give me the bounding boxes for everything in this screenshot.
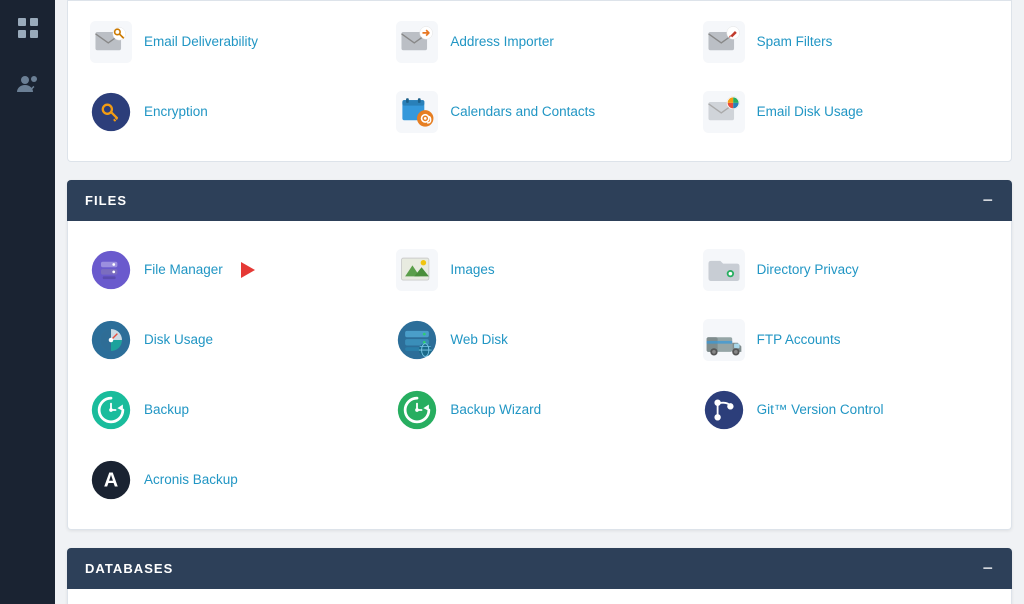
- email-items-grid: Email Deliverability Address Importer: [80, 9, 999, 145]
- address-importer-label: Address Importer: [450, 33, 554, 51]
- ftp-accounts-label: FTP Accounts: [757, 331, 841, 349]
- images-label: Images: [450, 261, 494, 279]
- files-items-grid: File Manager: [80, 237, 999, 513]
- email-disk-usage-item[interactable]: Email Disk Usage: [693, 79, 999, 145]
- databases-header-label: DATABASES: [85, 561, 173, 576]
- spam-filters-item[interactable]: Spam Filters: [693, 9, 999, 75]
- users-icon[interactable]: [10, 66, 46, 102]
- disk-usage-label: Disk Usage: [144, 331, 213, 349]
- files-collapse-button[interactable]: −: [982, 190, 994, 211]
- email-disk-usage-icon: [701, 89, 747, 135]
- file-manager-item[interactable]: File Manager: [80, 237, 386, 303]
- email-deliverability-item[interactable]: Email Deliverability: [80, 9, 386, 75]
- acronis-backup-icon: A: [88, 457, 134, 503]
- images-item[interactable]: Images: [386, 237, 692, 303]
- directory-privacy-icon: [701, 247, 747, 293]
- calendars-contacts-label: Calendars and Contacts: [450, 103, 595, 121]
- backup-wizard-item[interactable]: Backup Wizard: [386, 377, 692, 443]
- email-deliverability-label: Email Deliverability: [144, 33, 258, 51]
- backup-label: Backup: [144, 401, 189, 419]
- file-manager-label: File Manager: [144, 261, 223, 279]
- files-section-header: FILES −: [67, 180, 1012, 221]
- backup-icon: [88, 387, 134, 433]
- directory-privacy-item[interactable]: Directory Privacy: [693, 237, 999, 303]
- web-disk-item[interactable]: Web Disk: [386, 307, 692, 373]
- disk-usage-icon: [88, 317, 134, 363]
- encryption-label: Encryption: [144, 103, 208, 121]
- databases-section-body: phpMyAdmin: [67, 589, 1012, 604]
- files-section: FILES −: [67, 180, 1012, 530]
- databases-section-header: DATABASES −: [67, 548, 1012, 589]
- files-header-label: FILES: [85, 193, 127, 208]
- backup-wizard-icon: [394, 387, 440, 433]
- images-icon: [394, 247, 440, 293]
- file-manager-icon: [88, 247, 134, 293]
- spam-filters-icon: [701, 19, 747, 65]
- backup-item[interactable]: Backup: [80, 377, 386, 443]
- spam-filters-label: Spam Filters: [757, 33, 833, 51]
- grid-icon[interactable]: [10, 10, 46, 46]
- git-version-control-item[interactable]: Git™ Version Control: [693, 377, 999, 443]
- ftp-accounts-item[interactable]: FTP Accounts: [693, 307, 999, 373]
- files-section-body: File Manager: [67, 221, 1012, 530]
- address-importer-icon: [394, 19, 440, 65]
- git-version-control-label: Git™ Version Control: [757, 401, 884, 419]
- svg-text:A: A: [104, 469, 119, 491]
- encryption-icon: [88, 89, 134, 135]
- git-version-control-icon: [701, 387, 747, 433]
- databases-section: DATABASES −: [67, 548, 1012, 604]
- backup-wizard-label: Backup Wizard: [450, 401, 541, 419]
- disk-usage-item[interactable]: Disk Usage: [80, 307, 386, 373]
- directory-privacy-label: Directory Privacy: [757, 261, 859, 279]
- main-content: Email Deliverability Address Importer: [55, 0, 1024, 604]
- address-importer-item[interactable]: Address Importer: [386, 9, 692, 75]
- web-disk-label: Web Disk: [450, 331, 508, 349]
- sidebar: [0, 0, 55, 604]
- acronis-backup-label: Acronis Backup: [144, 471, 238, 489]
- web-disk-icon: [394, 317, 440, 363]
- file-manager-arrow: [241, 262, 255, 278]
- databases-collapse-button[interactable]: −: [982, 558, 994, 579]
- email-section-partial: Email Deliverability Address Importer: [67, 0, 1012, 162]
- email-deliverability-icon: [88, 19, 134, 65]
- encryption-item[interactable]: Encryption: [80, 79, 386, 145]
- calendars-contacts-icon: [394, 89, 440, 135]
- ftp-accounts-icon: [701, 317, 747, 363]
- acronis-backup-item[interactable]: A Acronis Backup: [80, 447, 386, 513]
- calendars-contacts-item[interactable]: Calendars and Contacts: [386, 79, 692, 145]
- email-disk-usage-label: Email Disk Usage: [757, 103, 864, 121]
